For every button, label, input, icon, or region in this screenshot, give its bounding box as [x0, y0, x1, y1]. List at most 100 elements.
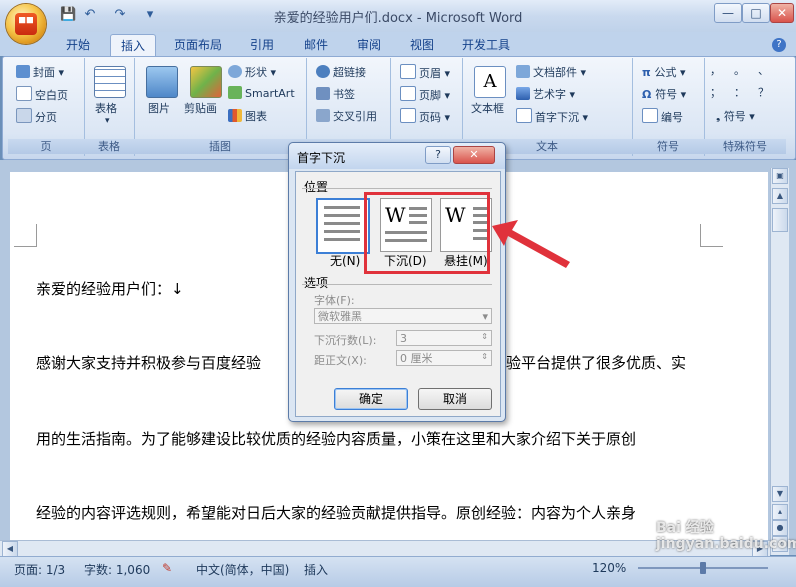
tab-view[interactable]: 视图	[400, 34, 444, 56]
lines-to-drop-value: 3	[400, 332, 407, 345]
scroll-down-icon[interactable]: ▼	[772, 486, 788, 502]
tab-references[interactable]: 引用	[240, 34, 284, 56]
group-illustrations: 图片 剪贴画 形状 ▾ SmartArt 图表 插图	[134, 58, 307, 156]
quick-parts-icon	[516, 65, 530, 78]
numbering-icon	[642, 108, 658, 123]
smartart-button[interactable]: SmartArt	[228, 86, 295, 100]
proofing-icon[interactable]: ✎	[162, 561, 172, 575]
dialog-help-button[interactable]: ?	[425, 146, 451, 164]
doc-line-2a: 感谢大家支持并积极参与百度经验	[36, 354, 262, 372]
picture-icon	[146, 66, 178, 98]
tab-page-layout[interactable]: 页面布局	[164, 34, 232, 56]
font-select[interactable]: 微软雅黑 ▾	[314, 308, 492, 324]
ok-button[interactable]: 确定	[334, 388, 408, 410]
tab-developer[interactable]: 开发工具	[452, 34, 520, 56]
font-select-value: 微软雅黑	[318, 310, 362, 323]
footer-button[interactable]: 页脚 ▾	[400, 86, 450, 103]
special-char-period[interactable]: 。	[734, 62, 745, 78]
group-label-special-symbols: 特殊符号	[704, 139, 786, 154]
distance-from-text-field[interactable]: 0 厘米 ⇕	[396, 350, 492, 366]
group-pages: 封面 ▾ 空白页 分页 页	[8, 58, 85, 156]
hyperlink-button[interactable]: 超链接	[316, 64, 366, 80]
minimize-button[interactable]: —	[714, 3, 742, 23]
shapes-icon	[228, 65, 242, 78]
group-symbols: π 公式 ▾ Ω 符号 ▾ 编号 符号	[632, 58, 705, 156]
option-none[interactable]	[316, 198, 370, 254]
option-none-label[interactable]: 无(N)	[330, 252, 360, 269]
numbering-button[interactable]: 编号	[642, 108, 683, 125]
wordart-button[interactable]: 艺术字 ▾	[516, 86, 575, 102]
page-number-button[interactable]: 页码 ▾	[400, 108, 450, 125]
tab-review[interactable]: 审阅	[347, 34, 391, 56]
header-button[interactable]: 页眉 ▾	[400, 64, 450, 81]
bookmark-button[interactable]: 书签	[316, 86, 355, 102]
scroll-thumb[interactable]	[772, 208, 788, 232]
symbol-button[interactable]: Ω 符号 ▾	[642, 86, 686, 102]
textbox-button[interactable]: 文本框	[471, 100, 504, 116]
quick-parts-button[interactable]: 文档部件 ▾	[516, 64, 586, 80]
clipart-icon	[190, 66, 222, 98]
spinner-icon[interactable]: ⇕	[481, 349, 488, 365]
tab-mailings[interactable]: 邮件	[294, 34, 338, 56]
status-insert-mode[interactable]: 插入	[304, 561, 328, 578]
distance-from-text-value: 0 厘米	[400, 352, 433, 365]
dialog-title-bar: 首字下沉 ? ✕	[289, 143, 505, 169]
help-icon[interactable]: ?	[772, 38, 786, 52]
blank-page-button[interactable]: 空白页	[16, 86, 68, 103]
cover-page-button[interactable]: 封面 ▾	[16, 64, 64, 80]
vertical-scrollbar[interactable]: ▣ ▲ ▼ ▴ ● ▾	[770, 168, 789, 555]
maximize-button[interactable]: □	[742, 3, 770, 23]
table-button[interactable]: 表格	[95, 100, 117, 116]
drop-cap-button[interactable]: 首字下沉 ▾	[516, 108, 588, 125]
font-label: 字体(F):	[314, 294, 355, 307]
special-char-enum-comma[interactable]: 、	[758, 62, 769, 78]
tab-home[interactable]: 开始	[56, 34, 100, 56]
footer-icon	[400, 86, 416, 101]
chart-button[interactable]: 图表	[228, 108, 267, 124]
doc-line-4: 经验的内容评选规则，希望能对日后大家的经验贡献提供指导。原创经验：内容为个人亲身	[36, 504, 637, 522]
page-break-icon	[16, 108, 32, 123]
office-button[interactable]	[6, 4, 46, 44]
scroll-left-icon[interactable]: ◀	[2, 541, 18, 557]
status-language[interactable]: 中文(简体，中国)	[196, 561, 289, 578]
equation-button[interactable]: π 公式 ▾	[642, 64, 686, 80]
options-divider	[302, 284, 492, 285]
cover-page-icon	[16, 65, 30, 78]
special-char-colon[interactable]: ：	[734, 84, 745, 100]
status-zoom[interactable]: 120%	[592, 561, 626, 575]
scroll-up-icon[interactable]: ▲	[772, 188, 788, 204]
zoom-slider-handle[interactable]	[700, 562, 706, 574]
shapes-button[interactable]: 形状 ▾	[228, 64, 276, 80]
picture-button[interactable]: 图片	[148, 100, 170, 116]
page-break-button[interactable]: 分页	[16, 108, 57, 125]
special-char-semicolon[interactable]: ；	[710, 84, 721, 100]
lines-to-drop-field[interactable]: 3 ⇕	[396, 330, 492, 346]
horizontal-scrollbar[interactable]: ◀ ▶	[0, 540, 770, 557]
prev-page-icon[interactable]: ▴	[772, 504, 788, 520]
spinner-icon[interactable]: ⇕	[481, 329, 488, 345]
ruler-toggle-icon[interactable]: ▣	[772, 168, 788, 184]
tab-insert[interactable]: 插入	[110, 34, 157, 57]
cross-reference-button[interactable]: 交叉引用	[316, 108, 377, 124]
bookmark-icon	[316, 87, 330, 100]
watermark: Bai 经验 jingyan.baidu.com	[656, 520, 796, 552]
cancel-button[interactable]: 取消	[418, 388, 492, 410]
doc-line-3: 用的生活指南。为了能够建设比较优质的经验内容质量，小策在这里和大家介绍下关于原创	[36, 430, 637, 448]
close-button[interactable]: ✕	[770, 3, 794, 23]
clipart-button[interactable]: 剪贴画	[184, 100, 217, 116]
dialog-close-button[interactable]: ✕	[453, 146, 495, 164]
lines-to-drop-label: 下沉行数(L):	[314, 334, 377, 347]
more-symbols-button[interactable]: ❟ 符号 ▾	[716, 108, 755, 124]
annotation-arrow-icon	[492, 220, 570, 268]
omega-icon: Ω	[642, 88, 656, 101]
table-dropdown-arrow[interactable]: ▾	[105, 116, 110, 126]
group-label-illustrations: 插图	[134, 139, 306, 154]
group-label-table: 表格	[84, 139, 134, 154]
blank-page-icon	[16, 86, 32, 101]
status-word-count[interactable]: 字数: 1,060	[84, 561, 150, 578]
chevron-down-icon: ▾	[482, 310, 488, 323]
special-char-question[interactable]: ？	[758, 84, 769, 100]
position-label: 位置	[304, 180, 329, 194]
special-char-comma[interactable]: ，	[710, 62, 721, 78]
status-page[interactable]: 页面: 1/3	[14, 561, 65, 578]
